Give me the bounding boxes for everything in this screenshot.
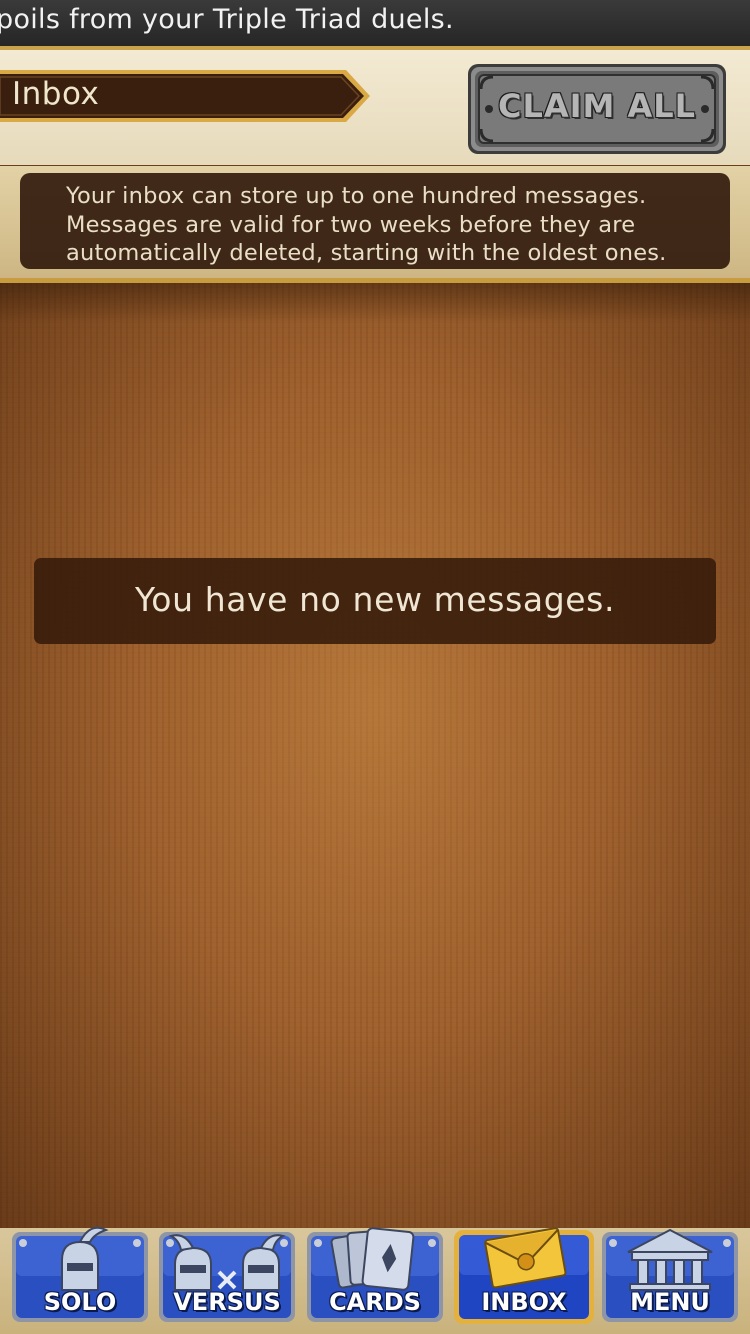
claim-all-label: CLAIM ALL	[497, 87, 697, 125]
nav-inbox-button[interactable]: INBOX	[454, 1227, 594, 1326]
info-note-line: Your inbox can store up to one hundred m…	[66, 183, 647, 209]
info-note-line: Messages are valid for two weeks before …	[66, 211, 636, 238]
claim-all-button[interactable]: CLAIM ALL	[467, 63, 727, 155]
bottom-nav: SOLO VERSUS CARDS INBOX MENU	[0, 1226, 750, 1334]
nav-solo-button[interactable]: SOLO	[10, 1226, 150, 1326]
news-ticker: poils from your Triple Triad duels.	[0, 0, 750, 50]
empty-state-text: You have no new messages.	[134, 580, 616, 619]
nav-versus-label: VERSUS	[173, 1288, 281, 1316]
info-note-line: automatically deleted, starting with the…	[66, 240, 667, 266]
nav-inbox-label: INBOX	[481, 1288, 567, 1316]
cards-icon	[330, 1227, 415, 1291]
inbox-title-banner: Inbox	[0, 68, 372, 124]
panel-shadow	[0, 283, 750, 323]
nav-menu-button[interactable]: MENU	[600, 1228, 740, 1326]
ticker-text: poils from your Triple Triad duels.	[0, 4, 454, 35]
nav-solo-label: SOLO	[43, 1288, 117, 1316]
inbox-screen: poils from your Triple Triad duels. Inbo…	[0, 0, 750, 1334]
nav-cards-label: CARDS	[329, 1288, 421, 1316]
page-title: Inbox	[12, 76, 100, 112]
info-note: Your inbox can store up to one hundred m…	[20, 173, 730, 269]
nav-menu-label: MENU	[630, 1288, 710, 1316]
message-list-panel[interactable]: You have no new messages.	[0, 283, 750, 1228]
nav-cards-button[interactable]: CARDS	[305, 1227, 445, 1326]
nav-versus-button[interactable]: VERSUS	[157, 1228, 297, 1326]
info-note-band: Your inbox can store up to one hundred m…	[0, 166, 750, 283]
empty-state-message: You have no new messages.	[34, 558, 716, 644]
